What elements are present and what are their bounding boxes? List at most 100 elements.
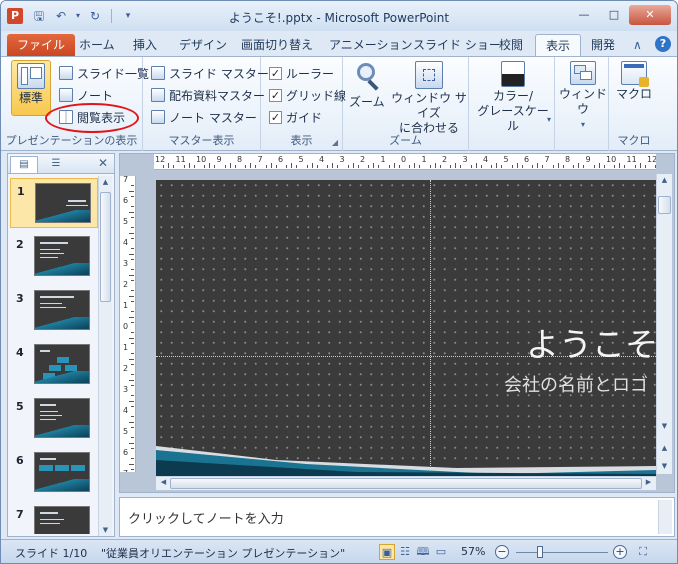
status-slideshow-icon[interactable]: ▭ bbox=[433, 544, 449, 560]
slide-editor-horizontal-scrollbar[interactable]: ◀ ▶ bbox=[156, 476, 656, 490]
slide-editor-scrollbar[interactable]: ▲ ▼ ▲︎ ▼︎ bbox=[656, 174, 672, 474]
ruler-checkbox[interactable]: ✓ ルーラー bbox=[269, 63, 334, 83]
status-reading-view-icon[interactable]: 🕮 bbox=[415, 544, 431, 560]
magnifier-icon bbox=[351, 61, 383, 93]
previous-slide-icon[interactable]: ▲︎ bbox=[658, 444, 671, 452]
tab-transitions[interactable]: 画面切り替え bbox=[231, 34, 323, 57]
slide-thumbnail-3[interactable]: 3 bbox=[10, 286, 98, 336]
notes-pane[interactable]: クリックしてノートを入力 bbox=[119, 497, 675, 537]
slides-panel-scroll-thumb[interactable] bbox=[100, 192, 111, 302]
ruler-tick bbox=[434, 163, 436, 168]
fit-slide-to-window-icon[interactable]: ⛶ bbox=[635, 544, 651, 560]
editor-scroll-up-arrow-icon[interactable]: ▲ bbox=[658, 176, 671, 184]
tab-design[interactable]: デザイン bbox=[169, 34, 237, 57]
macro-button[interactable]: マクロ bbox=[613, 61, 655, 102]
scroll-down-arrow-icon[interactable]: ▼ bbox=[99, 526, 112, 534]
tab-slides-thumbnails-icon[interactable]: ▤ bbox=[10, 156, 38, 173]
slide-thumbnail-1[interactable]: 1 bbox=[10, 178, 98, 228]
gridlines-check-icon[interactable]: ✓ bbox=[269, 88, 282, 102]
slide-thumbnail-4[interactable]: 4 bbox=[10, 340, 98, 390]
ruler-tick bbox=[347, 165, 349, 168]
ruler-check-icon[interactable]: ✓ bbox=[269, 66, 282, 80]
notes-placeholder[interactable]: クリックしてノートを入力 bbox=[128, 508, 284, 527]
scroll-up-arrow-icon[interactable]: ▲ bbox=[99, 178, 112, 186]
group-label-presentation-views: プレゼンテーションの表示 bbox=[5, 134, 138, 147]
guides-check-icon[interactable]: ✓ bbox=[269, 110, 282, 124]
close-panel-icon[interactable]: ✕ bbox=[98, 156, 108, 170]
handout-master-icon bbox=[151, 88, 165, 102]
zoom-in-icon[interactable]: + bbox=[613, 545, 627, 559]
editor-scroll-thumb[interactable] bbox=[658, 196, 671, 214]
minimize-button[interactable]: — bbox=[569, 5, 599, 25]
notes-master-button[interactable]: ノート マスター bbox=[151, 107, 257, 127]
ruler-tick bbox=[511, 165, 513, 168]
next-slide-icon[interactable]: ▼︎ bbox=[658, 462, 671, 470]
slide-thumbnail-7[interactable]: 7 bbox=[10, 502, 98, 534]
ruler-tick bbox=[131, 468, 134, 470]
tab-file[interactable]: ファイル bbox=[7, 34, 76, 57]
zoom-slider-track[interactable] bbox=[516, 552, 608, 553]
zoom-button[interactable]: ズーム bbox=[349, 61, 385, 110]
zoom-slider-thumb[interactable] bbox=[537, 546, 544, 558]
slide-master-button[interactable]: スライド マスター bbox=[151, 63, 269, 83]
ruler-tick bbox=[129, 274, 134, 276]
tab-home[interactable]: ホーム bbox=[69, 34, 125, 57]
zoom-level[interactable]: 57% bbox=[461, 545, 485, 558]
editor-scroll-down-arrow-icon[interactable]: ▼ bbox=[658, 422, 671, 430]
gridlines-checkbox[interactable]: ✓ グリッド線 bbox=[269, 85, 346, 105]
scroll-left-arrow-icon[interactable]: ◀ bbox=[157, 478, 170, 486]
slide-canvas[interactable]: ようこそ! 会社の名前とロゴ bbox=[156, 180, 656, 476]
horizontal-scroll-thumb[interactable] bbox=[170, 478, 642, 489]
notes-page-label: ノート bbox=[77, 88, 114, 103]
notes-scrollbar[interactable] bbox=[658, 500, 672, 534]
close-button[interactable]: ✕ bbox=[629, 5, 671, 25]
slide-sorter-button[interactable]: スライド一覧 bbox=[59, 63, 149, 83]
window-button[interactable]: ウィンドウ ▾ bbox=[557, 61, 609, 132]
tab-insert[interactable]: 挿入 bbox=[123, 34, 167, 57]
slide-thumbnail-6[interactable]: 6 bbox=[10, 448, 98, 498]
scroll-right-arrow-icon[interactable]: ▶ bbox=[642, 478, 655, 486]
maximize-button[interactable]: □ bbox=[599, 5, 629, 25]
color-grayscale-button[interactable]: カラー/ グレースケール bbox=[475, 61, 551, 134]
tab-outline-icon[interactable]: ☰ bbox=[42, 156, 70, 173]
notes-page-button[interactable]: ノート bbox=[59, 85, 113, 105]
minimize-ribbon-icon[interactable]: ∧ bbox=[633, 38, 642, 52]
group-label-macro: マクロ bbox=[617, 134, 651, 147]
slide-number: 5 bbox=[16, 400, 24, 413]
tab-view[interactable]: 表示 bbox=[535, 34, 582, 57]
ruler-tick bbox=[316, 165, 318, 168]
ruler-tick bbox=[131, 374, 134, 376]
handout-master-button[interactable]: 配布資料マスター bbox=[151, 85, 265, 105]
status-slide-sorter-icon[interactable]: ☷ bbox=[397, 544, 413, 560]
macro-icon bbox=[621, 61, 649, 87]
slide-thumbnail-2[interactable]: 2 bbox=[10, 232, 98, 282]
guides-checkbox[interactable]: ✓ ガイド bbox=[269, 107, 322, 127]
slides-panel-scrollbar[interactable]: ▲ ▼ bbox=[98, 176, 112, 536]
ruler-h-label: 10 bbox=[196, 155, 207, 164]
slide-title[interactable]: ようこそ! bbox=[526, 318, 656, 366]
ruler-h-label: 6 bbox=[278, 155, 284, 164]
help-icon[interactable]: ? bbox=[655, 36, 671, 52]
status-normal-view-icon[interactable]: ▣ bbox=[379, 544, 395, 560]
ruler-tick bbox=[131, 185, 134, 187]
vertical-ruler[interactable]: 7 6 5 4 3 2 1 0 1 2 3 4 5 6 7 bbox=[120, 176, 136, 472]
theme-name-status[interactable]: "従業員オリエンテーション プレゼンテーション" bbox=[101, 545, 345, 561]
color-dropdown-icon[interactable]: ▾ bbox=[547, 115, 551, 124]
ruler-h-label: 9 bbox=[216, 155, 222, 164]
zoom-out-icon[interactable]: − bbox=[495, 545, 509, 559]
tab-developer[interactable]: 開発 bbox=[581, 34, 625, 57]
slide-thumbnail-5[interactable]: 5 bbox=[10, 394, 98, 444]
ruler-h-label: 5 bbox=[298, 155, 304, 164]
ruler-v-label: 3 bbox=[123, 385, 129, 394]
ruler-v-label: 0 bbox=[123, 322, 129, 331]
ruler-tick bbox=[368, 165, 370, 168]
ruler-v-label: 6 bbox=[123, 196, 129, 205]
ruler-tick bbox=[521, 165, 523, 168]
fit-to-window-button[interactable]: ウィンドウ サイズ に合わせる bbox=[391, 61, 467, 136]
ruler-tick bbox=[131, 237, 134, 239]
tab-review[interactable]: 校閲 bbox=[489, 34, 533, 57]
vertical-guide[interactable] bbox=[430, 180, 431, 476]
normal-view-button[interactable]: 標準 bbox=[11, 60, 51, 116]
slide-subtitle[interactable]: 会社の名前とロゴ bbox=[504, 371, 648, 397]
horizontal-ruler[interactable]: 1211109876543210123456789101112 bbox=[154, 154, 656, 170]
